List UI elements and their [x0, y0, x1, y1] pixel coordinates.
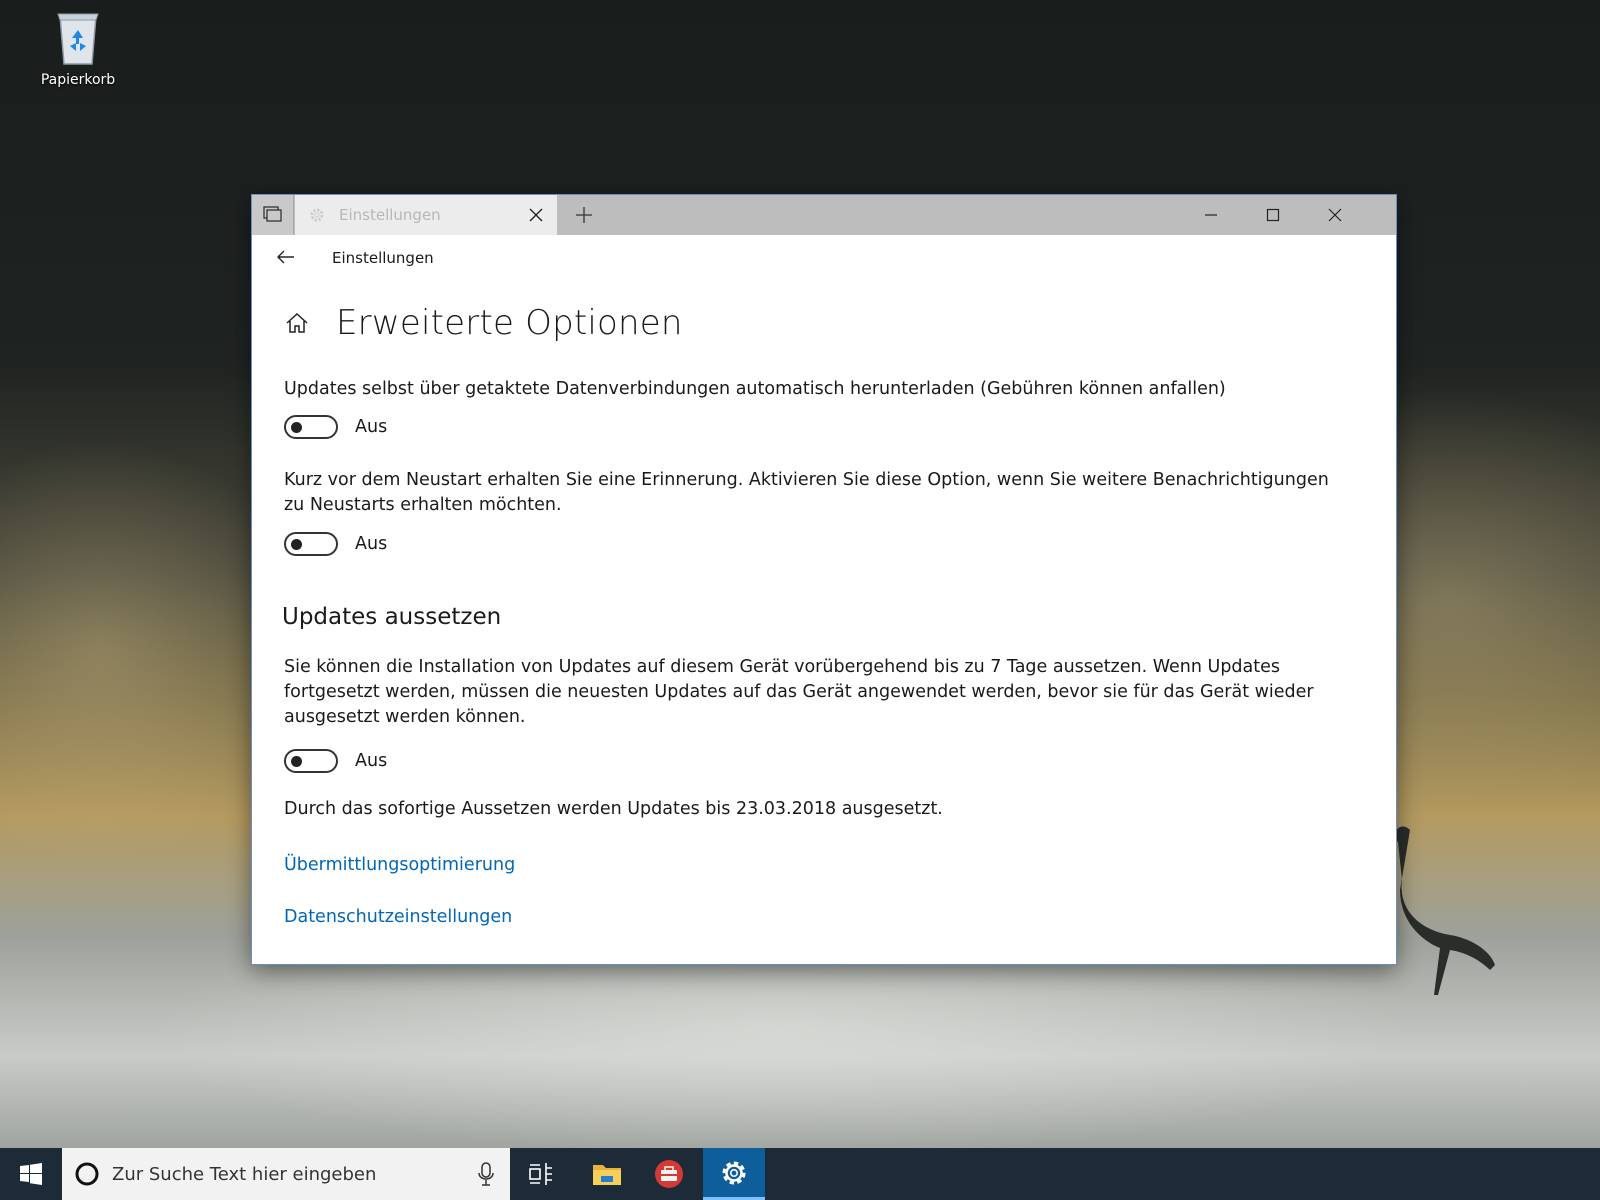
toggle-state-label: Aus: [355, 417, 388, 437]
nav-bar: Einstellungen: [252, 235, 1396, 279]
task-view-icon: [529, 1163, 552, 1185]
desktop-icon-recycle-bin[interactable]: Papierkorb: [30, 6, 126, 88]
recycle-bin-icon: [57, 13, 99, 65]
home-button[interactable]: [284, 310, 310, 336]
setting-metered-download-row: Aus: [284, 413, 387, 441]
start-button[interactable]: [0, 1148, 62, 1200]
setting-restart-reminder-row: Aus: [284, 530, 387, 558]
section-heading-pause-updates: Updates aussetzen: [282, 604, 502, 630]
setting-metered-download-text: Updates selbst über getaktete Datenverbi…: [284, 379, 1226, 399]
metered-download-toggle[interactable]: [284, 415, 338, 439]
toggle-knob: [291, 422, 302, 433]
link-delivery-optimization[interactable]: Übermittlungsoptimierung: [284, 855, 515, 875]
link-privacy-settings[interactable]: Datenschutzeinstellungen: [284, 907, 512, 927]
nav-title: Einstellungen: [332, 249, 434, 267]
new-tab-button[interactable]: [564, 195, 604, 235]
settings-gear-icon: [722, 1161, 746, 1184]
pause-updates-toggle[interactable]: [284, 749, 338, 773]
tab-title: Einstellungen: [339, 206, 441, 224]
pause-updates-note: Durch das sofortige Aussetzen werden Upd…: [284, 799, 943, 819]
toggle-state-label: Aus: [355, 534, 388, 554]
page-header: Erweiterte Optionen: [284, 301, 683, 345]
tab-close-button[interactable]: [523, 202, 549, 228]
minimize-icon: [1205, 214, 1217, 216]
toggle-knob: [291, 756, 302, 767]
taskbar: Zur Suche Text hier eingeben: [0, 1148, 1600, 1200]
setting-restart-reminder-text: Kurz vor dem Neustart erhalten Sie eine …: [284, 470, 1329, 515]
file-explorer-icon: [593, 1165, 621, 1185]
plus-icon: [576, 207, 592, 223]
close-icon: [1328, 208, 1342, 222]
task-view-button[interactable]: [510, 1148, 572, 1200]
toolbox-button[interactable]: [638, 1148, 700, 1200]
maximize-button[interactable]: [1242, 195, 1304, 235]
restart-reminder-toggle[interactable]: [284, 532, 338, 556]
heron-silhouette: [1395, 826, 1495, 995]
toggle-knob: [291, 539, 302, 550]
close-icon: [529, 208, 543, 222]
home-icon: [286, 312, 308, 333]
close-window-button[interactable]: [1304, 195, 1366, 235]
gear-icon: [310, 208, 324, 222]
title-bar[interactable]: Einstellungen: [252, 195, 1396, 235]
page-title: Erweiterte Optionen: [336, 303, 683, 343]
pause-updates-row: Aus: [284, 747, 387, 775]
cortana-icon: [75, 1162, 99, 1186]
maximize-icon: [1266, 208, 1280, 222]
back-button[interactable]: [272, 243, 300, 271]
pause-updates-description: Sie können die Installation von Updates …: [284, 657, 1314, 727]
tab-overview-button[interactable]: [252, 195, 294, 235]
desktop-icon-label: Papierkorb: [40, 72, 116, 88]
toolbox-icon: [655, 1160, 683, 1188]
search-box[interactable]: Zur Suche Text hier eingeben: [62, 1148, 510, 1200]
search-placeholder: Zur Suche Text hier eingeben: [112, 1163, 377, 1185]
settings-taskbar-button[interactable]: [703, 1148, 765, 1200]
toggle-state-label: Aus: [355, 751, 388, 771]
arrow-left-icon: [277, 250, 294, 264]
tab-settings[interactable]: Einstellungen: [295, 195, 557, 235]
tabs-overview-icon: [262, 206, 282, 222]
microphone-icon[interactable]: [476, 1161, 496, 1187]
file-explorer-button[interactable]: [576, 1148, 638, 1200]
minimize-button[interactable]: [1180, 195, 1242, 235]
windows-logo-icon: [20, 1163, 42, 1185]
settings-window: Einstellungen Einstellungen Erweiterte O…: [251, 194, 1397, 965]
